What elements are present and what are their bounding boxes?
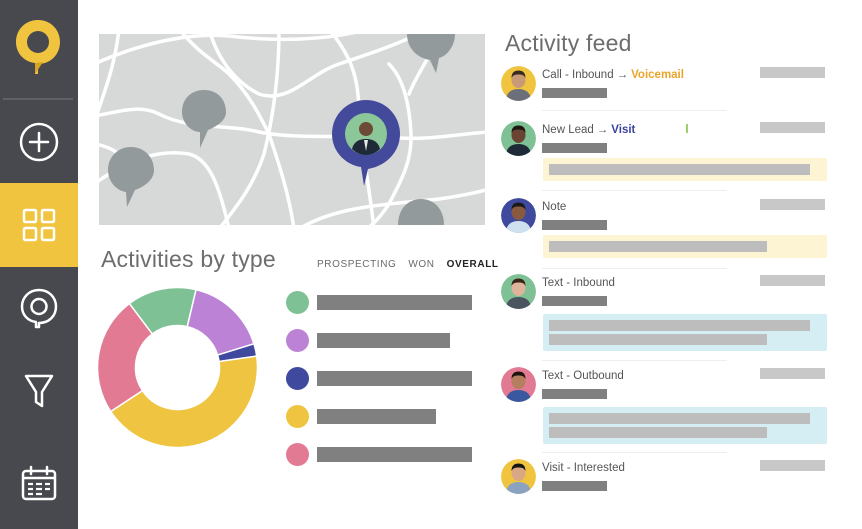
sidebar [0, 0, 78, 529]
feed-note [543, 235, 827, 258]
contact-name-placeholder[interactable] [542, 88, 607, 98]
activity-filter-tabs: PROSPECTING WON OVERALL [317, 259, 499, 270]
timestamp-placeholder [760, 122, 825, 133]
feed-item-title: Call - Inbound → Voicemail [542, 69, 684, 81]
legend-item[interactable] [286, 329, 476, 352]
note-text-placeholder [549, 320, 810, 331]
legend-item[interactable] [286, 291, 476, 314]
legend-label-placeholder [317, 295, 472, 310]
activity-type: Call - Inbound [542, 69, 614, 81]
map-pin-marker[interactable] [181, 90, 227, 150]
note-text-placeholder [549, 427, 767, 438]
timestamp-placeholder [760, 275, 825, 286]
arrow-right-icon: → [596, 124, 609, 136]
activity-type: Note [542, 201, 567, 213]
legend-label-placeholder [317, 371, 472, 386]
map-pin-icon [20, 288, 58, 329]
sidebar-item-calendar[interactable] [0, 442, 78, 526]
legend-color-dot [286, 405, 309, 428]
timestamp-placeholder [760, 368, 825, 379]
avatar [501, 459, 536, 494]
avatar [501, 121, 536, 156]
feed-item-title: Text - Inbound [542, 277, 615, 289]
legend-label-placeholder [317, 333, 450, 348]
note-text-placeholder [549, 164, 810, 175]
note-text-placeholder [549, 413, 810, 424]
legend-color-dot [286, 291, 309, 314]
activity-type: Visit - Interested [542, 462, 625, 474]
feed-divider [542, 452, 727, 453]
sidebar-item-add[interactable] [0, 100, 78, 184]
tab-prospecting[interactable]: PROSPECTING [317, 259, 396, 270]
feed-note [543, 158, 827, 181]
contact-name-placeholder[interactable] [542, 481, 607, 491]
tab-won[interactable]: WON [408, 259, 434, 270]
legend-color-dot [286, 443, 309, 466]
avatar [501, 198, 536, 233]
feed-divider [542, 110, 727, 111]
feed-item-title: Note [542, 201, 566, 213]
contact-name-placeholder[interactable] [542, 296, 607, 306]
activity-type: New Lead [542, 124, 594, 136]
selected-user-pin[interactable] [330, 99, 402, 187]
sidebar-item-dashboard[interactable] [0, 183, 78, 267]
map-view[interactable] [99, 34, 485, 225]
map-pin-marker[interactable] [407, 34, 455, 74]
contact-name-placeholder[interactable] [542, 143, 607, 153]
filter-funnel-icon [24, 374, 54, 408]
arrow-right-icon: → [616, 69, 629, 81]
map-pin-marker[interactable] [396, 197, 446, 225]
donut-slice-1[interactable] [186, 288, 255, 357]
legend-label-placeholder [317, 447, 472, 462]
text-cursor-mark [686, 124, 688, 133]
sidebar-item-funnel[interactable] [0, 349, 78, 433]
timestamp-placeholder [760, 199, 825, 210]
sidebar-item-map[interactable] [0, 266, 78, 350]
activities-by-type-title: Activities by type [101, 246, 276, 272]
legend-color-dot [286, 329, 309, 352]
plus-circle-icon [19, 122, 59, 162]
feed-item-title: Visit - Interested [542, 462, 625, 474]
activities-donut-chart [96, 286, 259, 449]
avatar [501, 367, 536, 402]
logo-pin-icon [16, 20, 60, 74]
avatar [501, 274, 536, 309]
legend-item[interactable] [286, 367, 476, 390]
feed-item-title: Text - Outbound [542, 370, 624, 382]
grid-icon [22, 208, 56, 242]
timestamp-placeholder [760, 67, 825, 78]
legend-label-placeholder [317, 409, 436, 424]
activity-outcome[interactable]: Visit [611, 124, 635, 136]
calendar-icon [21, 465, 57, 501]
feed-divider [542, 268, 727, 269]
avatar [501, 66, 536, 101]
contact-name-placeholder[interactable] [542, 220, 607, 230]
feed-note [543, 407, 827, 444]
app-logo[interactable] [14, 18, 62, 76]
activity-feed-title: Activity feed [505, 30, 632, 56]
map-pin-marker[interactable] [107, 147, 155, 209]
activity-type: Text - Inbound [542, 277, 615, 289]
note-text-placeholder [549, 241, 767, 252]
activity-type: Text - Outbound [542, 370, 624, 382]
activity-outcome[interactable]: Voicemail [631, 69, 684, 81]
contact-name-placeholder[interactable] [542, 389, 607, 399]
legend-item[interactable] [286, 405, 476, 428]
timestamp-placeholder [760, 460, 825, 471]
legend-color-dot [286, 367, 309, 390]
tab-overall[interactable]: OVERALL [447, 259, 499, 270]
feed-divider [542, 190, 727, 191]
note-text-placeholder [549, 334, 767, 345]
legend-item[interactable] [286, 443, 476, 466]
feed-note [543, 314, 827, 351]
feed-item-title: New Lead → Visit [542, 124, 635, 136]
feed-divider [542, 360, 727, 361]
